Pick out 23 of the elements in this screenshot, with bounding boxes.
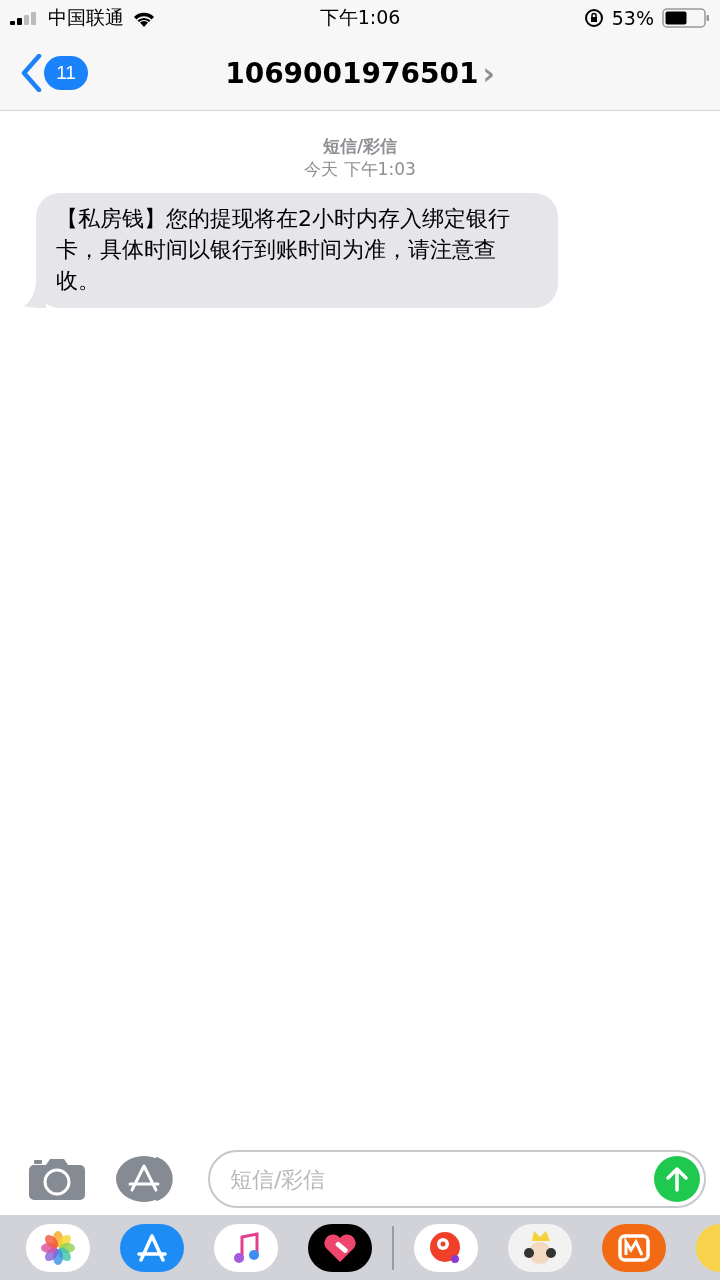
back-chevron-icon [20,54,42,92]
message-timestamp: 今天 下午1:03 [303,158,417,181]
clock-time: 下午1:06 [319,5,401,30]
service-label: 短信/彩信 [321,135,399,158]
unread-count: 11 [44,56,88,90]
message-bubble: 【私房钱】您的提现将在2小时内存入绑定银行卡，具体时间以银行到账时间为准，请注意查收。 [36,193,558,308]
heart-app-icon[interactable] [308,1223,372,1272]
chevron-icon: › [482,55,495,91]
back-button[interactable]: 11 [20,54,88,92]
bird-app-icon[interactable] [414,1223,478,1272]
crown-figure-icon[interactable] [508,1223,572,1272]
message-input-field[interactable]: 短信/彩信 [208,1150,706,1208]
photos-app-icon[interactable] [26,1223,90,1272]
rotation-lock-icon [583,8,604,28]
arrow-up-icon [665,1166,689,1192]
camera-icon[interactable] [28,1157,86,1201]
carrier-name: 中国联通 [48,5,124,30]
battery-percent: 53% [611,7,654,29]
music-note-icon[interactable] [214,1223,278,1272]
contact-title[interactable]: 1069001976501› [225,55,495,91]
app-store-icon[interactable] [120,1223,184,1272]
video-app-icon[interactable] [602,1223,666,1272]
battery-icon [662,8,710,28]
